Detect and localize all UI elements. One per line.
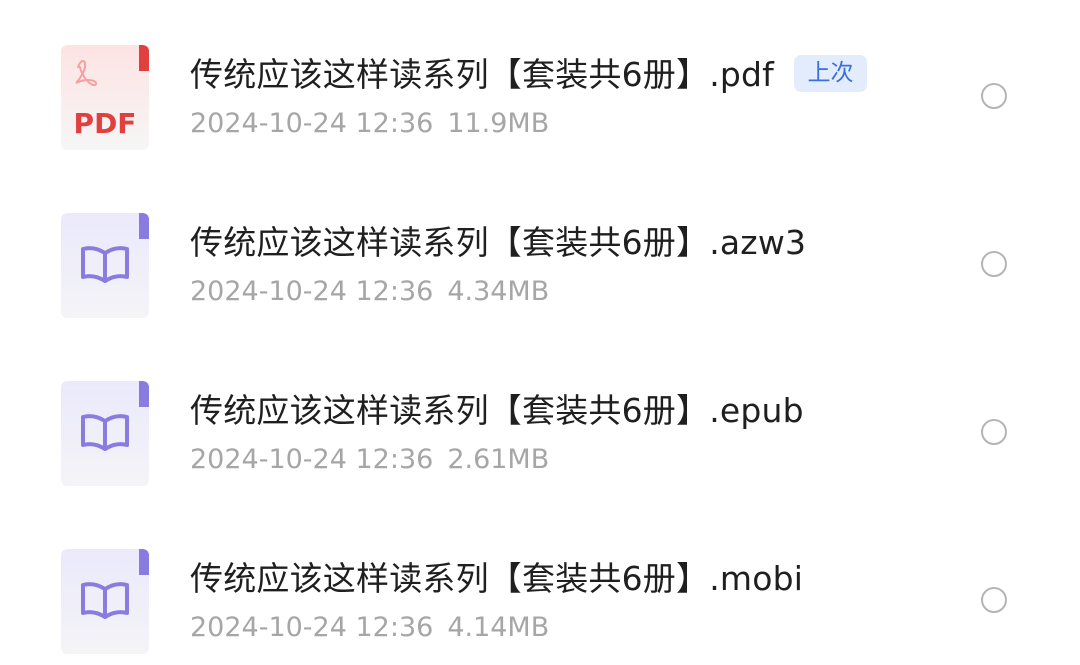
select-radio[interactable]	[981, 83, 1007, 109]
file-size: 11.9MB	[447, 108, 550, 139]
file-row-pdf[interactable]: PDF 传统应该这样读系列【套装共6册】.pdf 上次 2024-10-24 1…	[0, 13, 1080, 181]
ebook-file-icon	[61, 549, 149, 654]
file-meta: 2024-10-24 12:36 11.9MB	[190, 106, 549, 142]
file-size: 4.14MB	[447, 612, 550, 643]
file-row-mobi[interactable]: 传统应该这样读系列【套装共6册】.mobi 2024-10-24 12:36 4.…	[0, 517, 1080, 665]
pdf-icon-label: PDF	[74, 107, 137, 140]
file-name: 传统应该这样读系列【套装共6册】.pdf	[190, 55, 774, 94]
file-size: 4.34MB	[447, 276, 550, 307]
ebook-file-icon	[61, 213, 149, 318]
file-name: 传统应该这样读系列【套装共6册】.mobi	[190, 559, 804, 598]
ebook-file-icon	[61, 381, 149, 486]
file-name: 传统应该这样读系列【套装共6册】.epub	[190, 391, 804, 430]
select-radio[interactable]	[981, 251, 1007, 277]
file-name: 传统应该这样读系列【套装共6册】.azw3	[190, 223, 807, 262]
file-meta: 2024-10-24 12:36 2.61MB	[190, 442, 549, 478]
file-date: 2024-10-24 12:36	[190, 444, 434, 475]
pdf-file-icon: PDF	[61, 45, 149, 150]
last-opened-badge: 上次	[794, 55, 867, 92]
file-meta: 2024-10-24 12:36 4.14MB	[190, 610, 549, 646]
file-meta: 2024-10-24 12:36 4.34MB	[190, 274, 549, 310]
file-date: 2024-10-24 12:36	[190, 612, 434, 643]
file-row-azw3[interactable]: 传统应该这样读系列【套装共6册】.azw3 2024-10-24 12:36 4.…	[0, 181, 1080, 349]
select-radio[interactable]	[981, 419, 1007, 445]
file-list: PDF 传统应该这样读系列【套装共6册】.pdf 上次 2024-10-24 1…	[0, 0, 1080, 665]
file-date: 2024-10-24 12:36	[190, 276, 434, 307]
select-radio[interactable]	[981, 587, 1007, 613]
file-date: 2024-10-24 12:36	[190, 108, 434, 139]
file-size: 2.61MB	[447, 444, 550, 475]
file-row-epub[interactable]: 传统应该这样读系列【套装共6册】.epub 2024-10-24 12:36 2.…	[0, 349, 1080, 517]
